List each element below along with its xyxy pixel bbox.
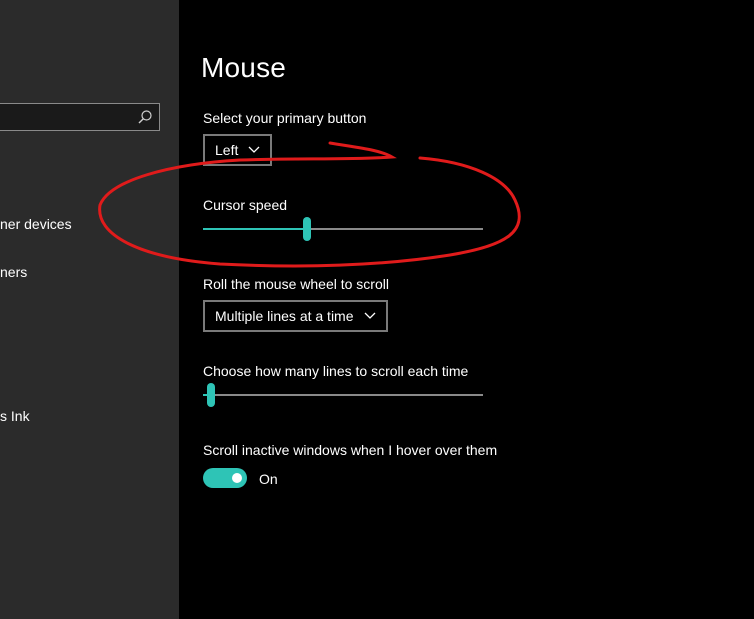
search-input[interactable]	[0, 103, 160, 131]
sidebar-item-printers[interactable]: ners	[0, 264, 27, 280]
scroll-lines-label: Choose how many lines to scroll each tim…	[203, 363, 469, 379]
toggle-state-text: On	[259, 471, 278, 487]
cursor-speed-slider[interactable]	[203, 217, 483, 241]
toggle-knob	[232, 473, 242, 483]
search-icon[interactable]	[137, 109, 153, 125]
inactive-scroll-toggle[interactable]	[203, 468, 247, 488]
chevron-down-icon	[248, 146, 260, 153]
scroll-mode-value: Multiple lines at a time	[215, 308, 354, 324]
sidebar-item-pen-ink[interactable]: s Ink	[0, 408, 30, 424]
slider-thumb[interactable]	[302, 217, 311, 241]
slider-track	[203, 394, 483, 396]
scroll-lines-slider[interactable]	[203, 383, 483, 407]
sidebar: ner devices ners s Ink	[0, 0, 179, 619]
sidebar-item-other-devices[interactable]: ner devices	[0, 216, 72, 232]
primary-button-dropdown[interactable]: Left	[203, 134, 273, 166]
cursor-speed-label: Cursor speed	[203, 197, 288, 213]
mouse-settings-pane: Mouse Select your primary button Left Cu…	[179, 0, 754, 619]
scroll-mode-dropdown[interactable]: Multiple lines at a time	[203, 300, 388, 332]
primary-button-value: Left	[215, 142, 239, 158]
scroll-mode-label: Roll the mouse wheel to scroll	[203, 276, 389, 292]
inactive-scroll-label: Scroll inactive windows when I hover ove…	[203, 442, 498, 458]
slider-fill	[203, 228, 307, 230]
primary-button-label: Select your primary button	[203, 110, 367, 126]
slider-thumb[interactable]	[207, 383, 216, 407]
page-title: Mouse	[201, 52, 287, 83]
chevron-down-icon	[364, 312, 375, 319]
